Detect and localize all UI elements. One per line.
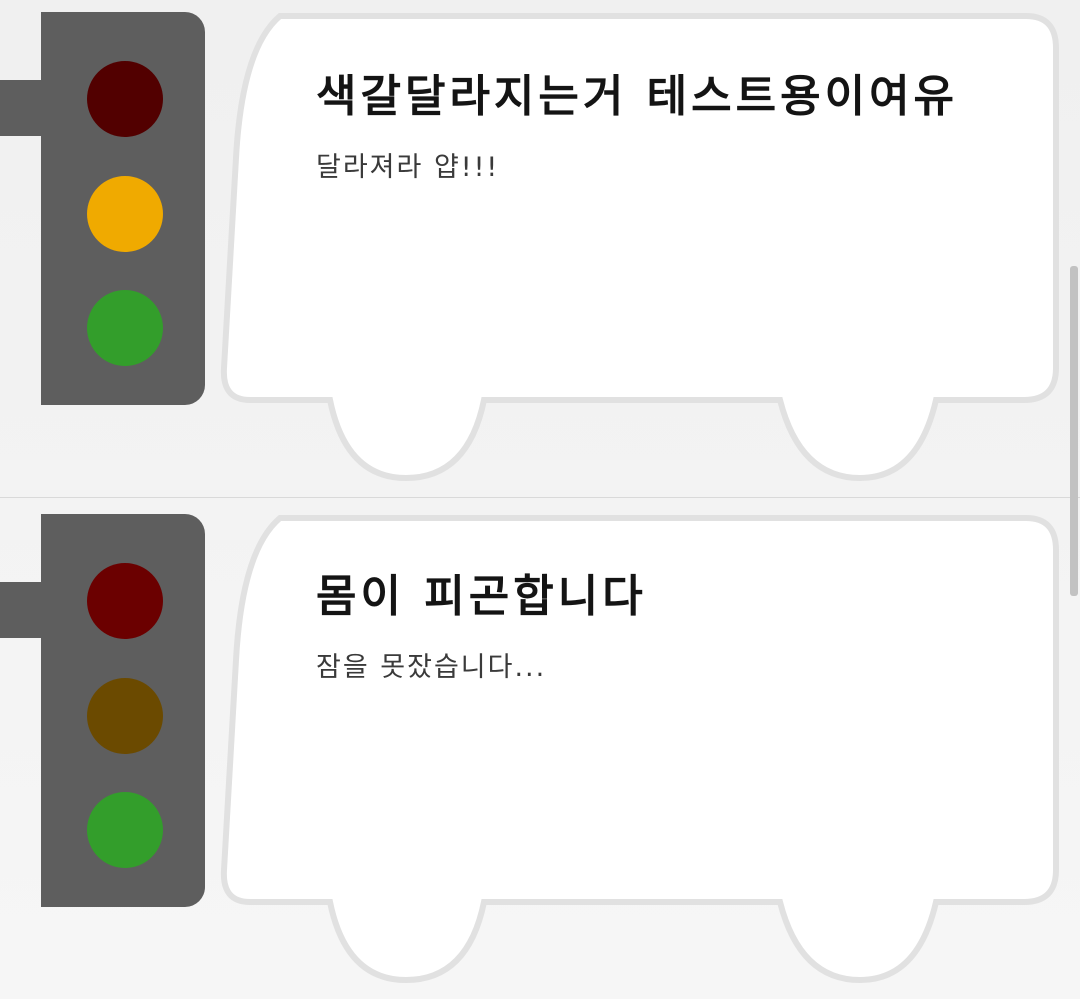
card-subtitle: 잠을 못잤습니다... [316, 652, 547, 683]
green-light-icon [87, 290, 163, 366]
card-title: 색갈달라지는거 테스트용이여유 [316, 71, 959, 122]
app-page: 색갈달라지는거 테스트용이여유 달라져라 얍!!! 몸이 피곤합니다 잠을 못잤… [0, 0, 1080, 999]
divider [0, 497, 1080, 498]
traffic-light [41, 12, 205, 405]
message-card[interactable]: 몸이 피곤합니다 잠을 못잤습니다... [0, 502, 1060, 999]
yellow-light-icon [87, 176, 163, 252]
scrollbar[interactable] [1070, 266, 1078, 596]
message-card[interactable]: 색갈달라지는거 테스트용이여유 달라져라 얍!!! [0, 0, 1060, 498]
yellow-light-icon [87, 678, 163, 754]
traffic-light [41, 514, 205, 907]
card-subtitle: 달라져라 얍!!! [316, 152, 500, 183]
card-title: 몸이 피곤합니다 [316, 571, 647, 622]
red-light-icon [87, 563, 163, 639]
red-light-icon [87, 61, 163, 137]
green-light-icon [87, 792, 163, 868]
